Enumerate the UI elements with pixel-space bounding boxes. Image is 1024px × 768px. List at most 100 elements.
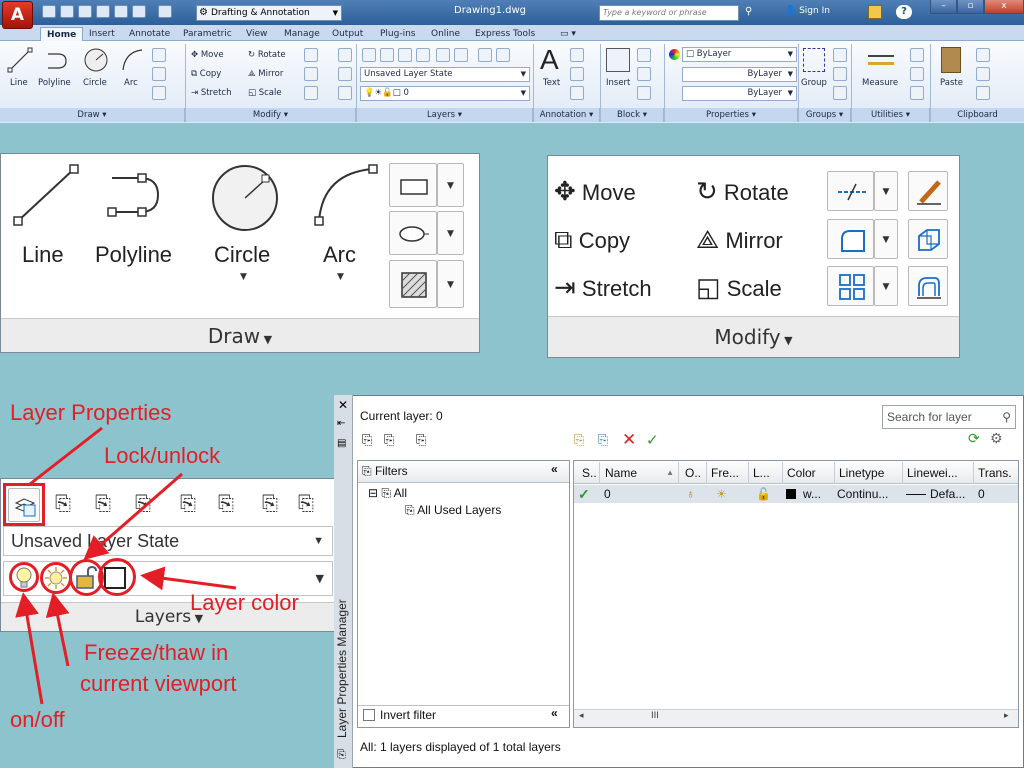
layer-previous-icon[interactable]: ⎘ bbox=[135, 491, 165, 519]
tab-express-tools[interactable]: Express Tools bbox=[475, 27, 535, 41]
copy-clip-icon[interactable] bbox=[976, 67, 990, 81]
trim-icon[interactable] bbox=[304, 48, 318, 62]
tab-online[interactable]: Online bbox=[431, 27, 460, 41]
layer-state-dropdown[interactable]: Unsaved Layer State ▼ bbox=[3, 526, 333, 556]
ellipse-button[interactable] bbox=[389, 211, 437, 255]
new-icon[interactable] bbox=[42, 5, 56, 18]
scroll-right-icon[interactable]: ▸ bbox=[1004, 711, 1009, 721]
tree-item-all[interactable]: ⊟ ⎘ All bbox=[368, 486, 407, 501]
hatch-icon[interactable] bbox=[152, 86, 166, 100]
layer-match-icon[interactable] bbox=[398, 48, 412, 62]
groups-panel-title[interactable]: Groups ▾ bbox=[799, 108, 851, 122]
dimension-icon[interactable] bbox=[570, 48, 584, 62]
offset-icon[interactable] bbox=[338, 86, 352, 100]
rectangle-icon[interactable] bbox=[152, 48, 166, 62]
open-icon[interactable] bbox=[60, 5, 74, 18]
move-tool[interactable]: ✥ Move bbox=[554, 176, 636, 207]
rectangle-dropdown[interactable]: ▼ bbox=[437, 163, 464, 207]
circle-icon[interactable] bbox=[84, 48, 108, 72]
tab-manage[interactable]: Manage bbox=[284, 27, 320, 41]
linetype-dropdown[interactable]: ByLayer ▼ bbox=[682, 67, 797, 82]
column-status[interactable]: S.. bbox=[578, 462, 600, 484]
tab-annotate[interactable]: Annotate bbox=[129, 27, 170, 41]
rectangle-button[interactable] bbox=[389, 163, 437, 207]
copy-tool[interactable]: ⧉ Copy bbox=[554, 224, 630, 256]
column-on[interactable]: O.. bbox=[681, 462, 707, 484]
tab-home[interactable]: Home bbox=[40, 27, 84, 41]
tree-item-all-used-layers[interactable]: ⎘ All Used Layers bbox=[405, 503, 501, 518]
line-icon[interactable] bbox=[7, 47, 33, 73]
edit-block-icon[interactable] bbox=[637, 67, 651, 81]
paste-icon[interactable] bbox=[941, 47, 961, 73]
layer-states-manager-icon[interactable]: ⎘ bbox=[416, 433, 426, 448]
set-current-icon[interactable]: ✓ bbox=[646, 431, 659, 449]
clipboard-panel-title[interactable]: Clipboard bbox=[931, 108, 1024, 122]
help-button[interactable]: ? bbox=[896, 5, 912, 19]
save-icon[interactable] bbox=[78, 5, 92, 18]
column-color[interactable]: Color bbox=[783, 462, 835, 484]
collapse-icon[interactable]: « bbox=[551, 462, 558, 476]
invert-filter-checkbox[interactable] bbox=[363, 709, 375, 721]
column-name[interactable]: Name ▲ bbox=[601, 462, 679, 484]
current-layer-dropdown[interactable]: 💡☀🔓□ 0 ▼ bbox=[360, 86, 530, 101]
array-dropdown[interactable]: ▼ bbox=[874, 266, 898, 306]
tab-insert[interactable]: Insert bbox=[89, 27, 115, 41]
text-icon[interactable]: A bbox=[540, 44, 559, 76]
modify-panel-footer[interactable]: Modify ▼ bbox=[548, 316, 959, 357]
arc-icon[interactable] bbox=[120, 48, 144, 72]
block-panel-title[interactable]: Block ▾ bbox=[601, 108, 664, 122]
properties-panel-title[interactable]: Properties ▾ bbox=[665, 108, 798, 122]
erase-icon[interactable] bbox=[338, 48, 352, 62]
minimize-button[interactable]: – bbox=[930, 0, 957, 14]
sign-in-button[interactable]: 👤 Sign In bbox=[785, 6, 830, 16]
select-all-icon[interactable] bbox=[910, 67, 924, 81]
close-button[interactable]: x bbox=[984, 0, 1024, 14]
utilities-panel-title[interactable]: Utilities ▾ bbox=[852, 108, 930, 122]
color-dropdown[interactable]: □ ByLayer ▼ bbox=[682, 47, 797, 62]
lineweight-dropdown[interactable]: ByLayer ▼ bbox=[682, 86, 797, 101]
scale-tool[interactable]: ◱ Scale bbox=[696, 272, 782, 303]
column-linetype[interactable]: Linetype bbox=[835, 462, 903, 484]
hatch-button[interactable] bbox=[389, 260, 437, 308]
new-group-filter-icon[interactable]: ⎘ bbox=[384, 433, 394, 448]
layer-state-icon[interactable] bbox=[380, 48, 394, 62]
delete-layer-icon[interactable]: ✕ bbox=[622, 430, 636, 450]
column-transparency[interactable]: Trans. bbox=[974, 462, 1018, 484]
maximize-button[interactable]: ▫ bbox=[957, 0, 984, 14]
cut-icon[interactable] bbox=[976, 48, 990, 62]
quick-select-icon[interactable] bbox=[910, 48, 924, 62]
fillet-dropdown[interactable]: ▼ bbox=[874, 219, 898, 259]
layer-off-small-icon[interactable] bbox=[496, 48, 510, 62]
calculator-icon[interactable] bbox=[910, 86, 924, 100]
layer-isolate-icon[interactable] bbox=[436, 48, 450, 62]
new-property-filter-icon[interactable]: ⎘ bbox=[362, 433, 372, 448]
undo-icon[interactable] bbox=[132, 5, 146, 18]
sun-icon[interactable]: ☀ bbox=[716, 485, 727, 503]
layer-previous-icon[interactable] bbox=[416, 48, 430, 62]
print-icon[interactable] bbox=[114, 5, 128, 18]
circle-icon[interactable] bbox=[210, 163, 280, 233]
chevron-down-icon[interactable]: ▼ bbox=[337, 272, 344, 282]
line-icon[interactable] bbox=[13, 164, 79, 226]
layer-lineweight-cell[interactable]: Defa... bbox=[930, 485, 965, 503]
tab-parametric[interactable]: Parametric bbox=[183, 27, 232, 41]
application-menu-button[interactable]: A bbox=[2, 1, 33, 29]
exchange-icon[interactable] bbox=[868, 5, 882, 19]
annotation-panel-title[interactable]: Annotation ▾ bbox=[534, 108, 600, 122]
horizontal-scrollbar[interactable] bbox=[574, 709, 1018, 727]
arc-icon[interactable] bbox=[313, 164, 378, 226]
draw-panel-footer[interactable]: Draw ▼ bbox=[1, 318, 479, 352]
scroll-left-icon[interactable]: ◂ bbox=[579, 711, 584, 721]
layers-panel-title[interactable]: Layers ▾ bbox=[357, 108, 533, 122]
array-button[interactable] bbox=[827, 266, 874, 306]
column-freeze[interactable]: Fre... bbox=[707, 462, 749, 484]
layer-freeze-small-icon[interactable] bbox=[478, 48, 492, 62]
trim-dropdown[interactable]: ▼ bbox=[874, 171, 898, 211]
binoculars-icon[interactable]: ⚲ bbox=[745, 6, 752, 17]
layer-state-icon[interactable]: ⎘ bbox=[55, 491, 85, 519]
erase-button[interactable] bbox=[908, 171, 948, 211]
explode-button[interactable] bbox=[908, 219, 948, 259]
column-lock[interactable]: L... bbox=[749, 462, 783, 484]
color-swatch-icon[interactable] bbox=[786, 489, 796, 499]
layer-unisolate-icon[interactable] bbox=[454, 48, 468, 62]
